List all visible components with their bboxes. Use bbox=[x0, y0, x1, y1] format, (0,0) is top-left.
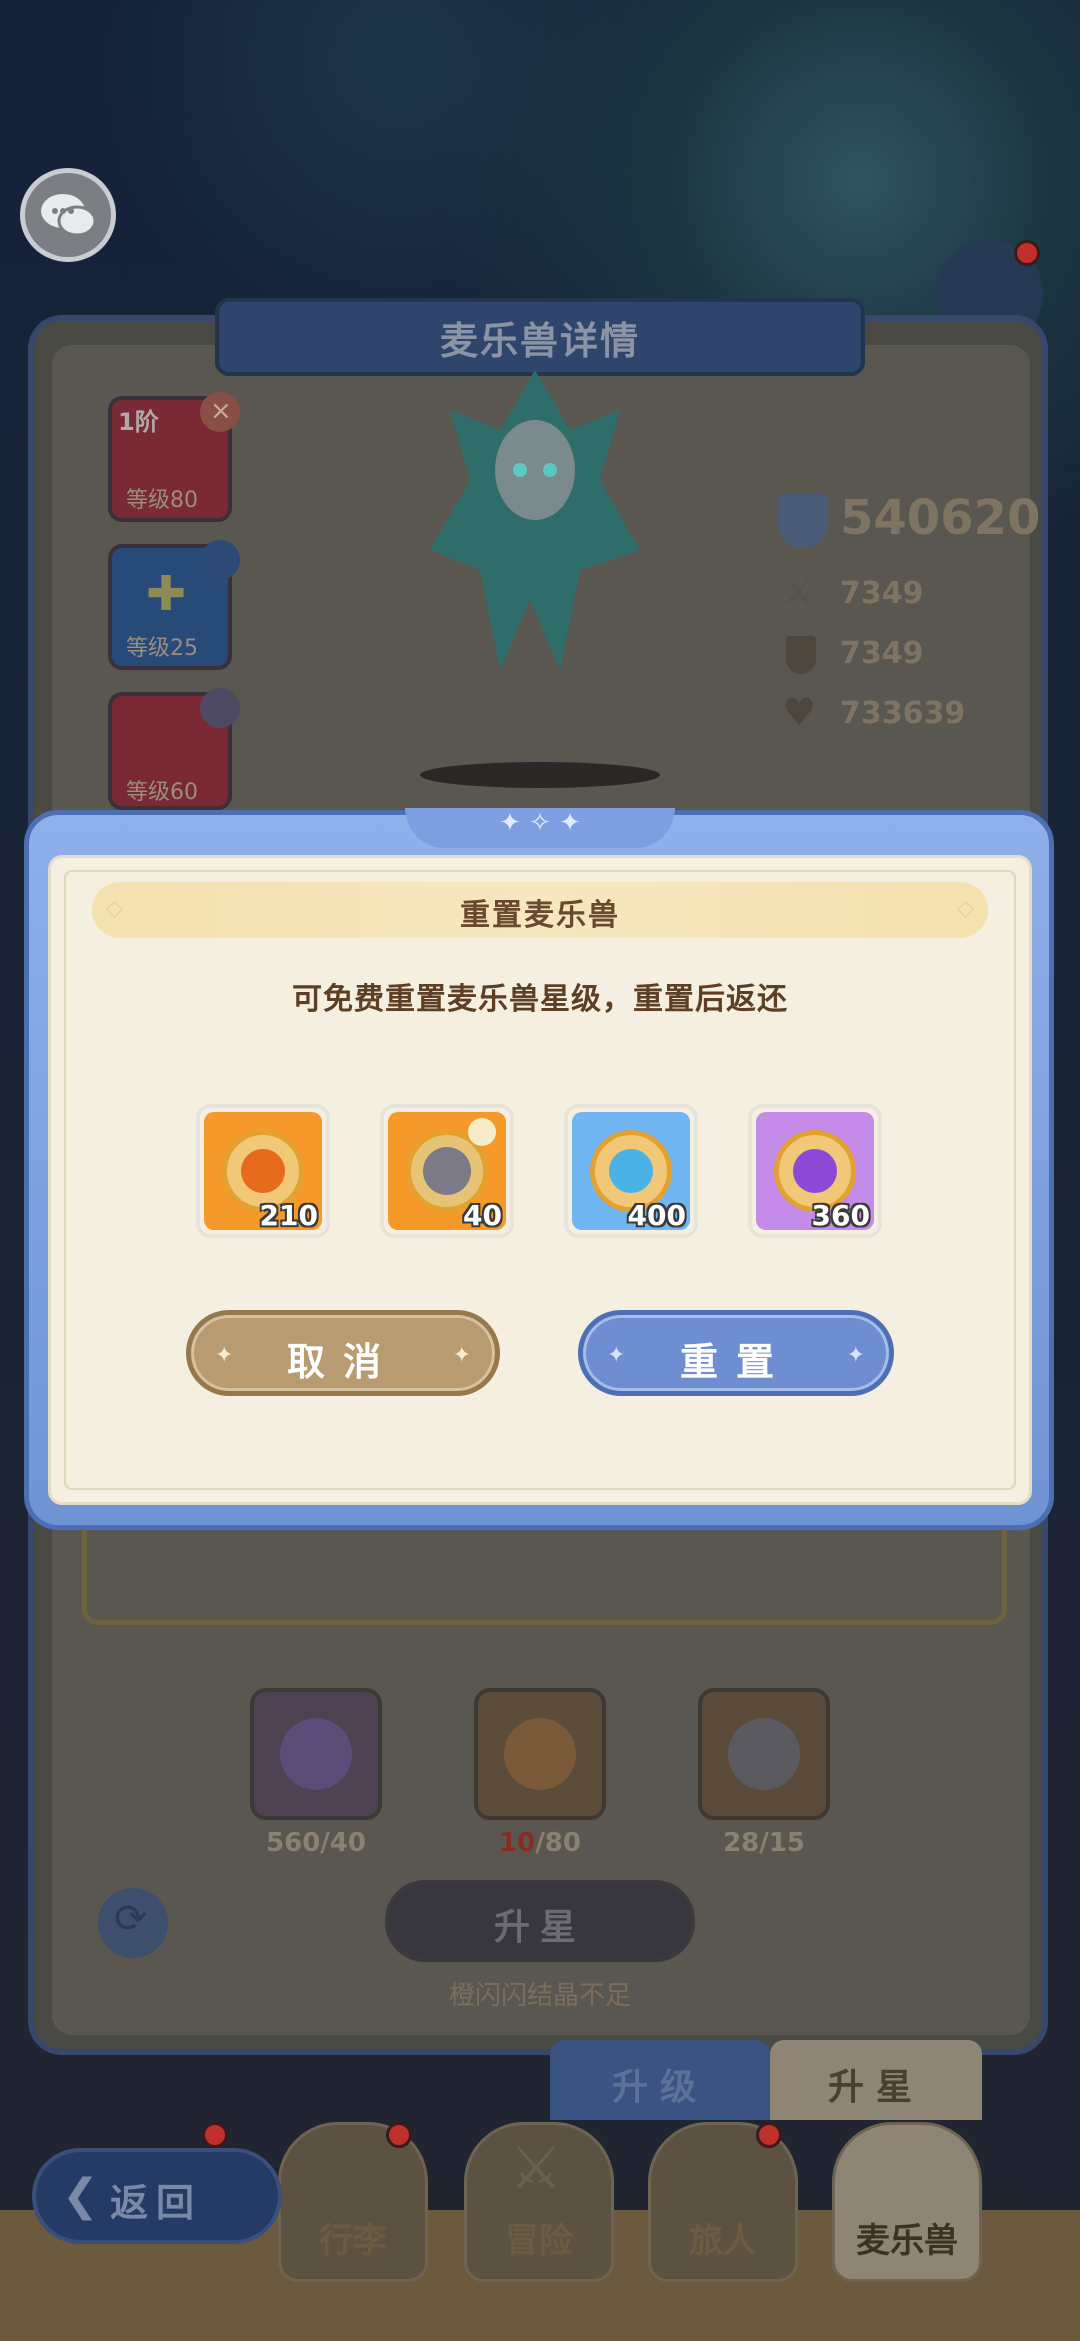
sparkle-icon: ✦ bbox=[846, 1343, 865, 1368]
cancel-button-label: 取消 bbox=[286, 1340, 399, 1384]
insufficient-hint: 橙闪闪结晶不足 bbox=[448, 1981, 631, 2011]
hp-value: 733639 bbox=[840, 696, 966, 731]
reward-count: 360 bbox=[811, 1199, 870, 1232]
shield-badge-icon bbox=[200, 540, 240, 580]
refresh-icon: ⟳ bbox=[114, 1896, 148, 1942]
refresh-button[interactable]: ⟳ bbox=[98, 1888, 168, 1958]
reset-button-label: 重置 bbox=[679, 1340, 792, 1384]
tab-level-up[interactable]: 升级 bbox=[550, 2040, 770, 2120]
skill-level: 等级25 bbox=[126, 636, 198, 661]
heart-icon: ♥ bbox=[782, 690, 817, 734]
reward-item[interactable]: 360 bbox=[748, 1104, 882, 1238]
beast-illustration bbox=[410, 350, 660, 700]
flower-badge-icon bbox=[468, 1118, 496, 1146]
reward-item[interactable]: 40 bbox=[380, 1104, 514, 1238]
back-arrow-icon: ❮ bbox=[62, 2170, 99, 2221]
dialog-message: 可免费重置麦乐兽星级，重置后返还 bbox=[292, 982, 788, 1017]
notification-dot bbox=[1014, 240, 1040, 266]
chat-icon bbox=[41, 194, 97, 237]
skill-level: 等级80 bbox=[126, 488, 198, 513]
beast-shadow bbox=[420, 762, 660, 788]
skill-tier: 1阶 bbox=[118, 408, 159, 436]
gray-beast-shard-icon bbox=[728, 1718, 800, 1790]
tab-level-up-label: 升级 bbox=[611, 2067, 708, 2108]
crossed-swords-icon: ⚔ bbox=[509, 2133, 563, 2203]
defense-shield-icon bbox=[786, 636, 816, 674]
material-count: 10/80 bbox=[474, 1828, 606, 1858]
chat-button[interactable] bbox=[20, 168, 116, 262]
notification-dot bbox=[756, 2122, 782, 2148]
defense-value: 7349 bbox=[840, 636, 924, 671]
nav-label: 旅人 bbox=[689, 2221, 757, 2261]
orange-crystal-icon bbox=[504, 1718, 576, 1790]
reward-count: 40 bbox=[463, 1199, 502, 1232]
purple-crystal-icon bbox=[280, 1718, 352, 1790]
tab-up-star-label: 升星 bbox=[827, 2067, 924, 2108]
tab-up-star[interactable]: 升星 bbox=[770, 2040, 982, 2120]
material-have: 10 bbox=[499, 1828, 536, 1858]
upstar-button-label: 升星 bbox=[493, 1907, 586, 1948]
material-need: /80 bbox=[535, 1828, 581, 1858]
notification-dot bbox=[202, 2122, 228, 2148]
sword-icon: ⚔ bbox=[782, 572, 815, 613]
notification-dot bbox=[386, 2122, 412, 2148]
material-count: 28/15 bbox=[723, 1828, 805, 1858]
reward-item[interactable]: 400 bbox=[564, 1104, 698, 1238]
nav-label: 行李 bbox=[319, 2221, 387, 2261]
skill-level: 等级60 bbox=[126, 780, 198, 805]
link-badge-icon bbox=[200, 688, 240, 728]
material-card[interactable] bbox=[474, 1688, 606, 1820]
dialog-top-ornament: ✦ ✧ ✦ bbox=[405, 808, 675, 848]
power-shield-icon bbox=[778, 494, 828, 548]
reward-count: 400 bbox=[627, 1199, 686, 1232]
nav-label: 冒险 bbox=[505, 2221, 573, 2261]
reset-button[interactable]: ✦ 重置 ✦ bbox=[578, 1310, 894, 1396]
nav-label: 麦乐兽 bbox=[856, 2221, 958, 2261]
back-button-label: 返回 bbox=[110, 2181, 203, 2225]
dialog-title: 重置麦乐兽 bbox=[460, 898, 620, 933]
heal-cross-icon: ✚ bbox=[146, 566, 187, 622]
attack-value: 7349 bbox=[840, 576, 924, 611]
material-card[interactable] bbox=[250, 1688, 382, 1820]
power-value: 540620 bbox=[840, 490, 1041, 546]
remove-icon[interactable]: × bbox=[200, 392, 240, 432]
sparkle-icon: ✦ bbox=[452, 1343, 471, 1368]
sparkle-ornament-icon: ✦ ✧ ✦ bbox=[499, 808, 581, 838]
reward-item[interactable]: 210 bbox=[196, 1104, 330, 1238]
material-count: 560/40 bbox=[266, 1828, 366, 1858]
cancel-button[interactable]: ✦ 取消 ✦ bbox=[186, 1310, 500, 1396]
material-card[interactable] bbox=[698, 1688, 830, 1820]
reward-count: 210 bbox=[259, 1199, 318, 1232]
nav-item-adventure[interactable]: ⚔ 冒险 bbox=[464, 2122, 614, 2282]
nav-item-beast[interactable]: 麦乐兽 bbox=[832, 2122, 982, 2282]
